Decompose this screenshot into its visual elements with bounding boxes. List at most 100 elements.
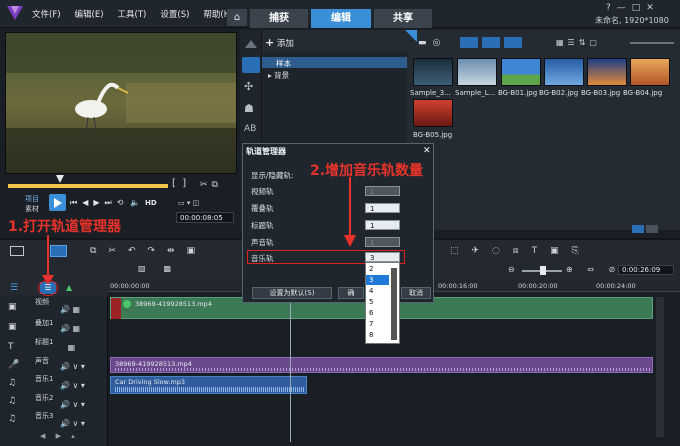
- cancel-button[interactable]: 取消: [401, 287, 431, 299]
- voice-clip[interactable]: 38969-419928513.mp4: [110, 357, 653, 373]
- dropdown-option[interactable]: 3: [369, 276, 373, 284]
- project-mode-label[interactable]: 项目: [25, 194, 39, 204]
- preview-scrubber[interactable]: [8, 184, 168, 188]
- menu-settings[interactable]: 设置(S): [160, 8, 189, 20]
- tree-item-samples[interactable]: 样本: [276, 58, 291, 69]
- thumbnail[interactable]: [413, 58, 453, 86]
- window-controls: ? — □ ✕: [606, 3, 654, 13]
- collapse-up-icon[interactable]: [245, 40, 257, 48]
- tree-item-background[interactable]: ▸ 背景: [268, 70, 289, 81]
- volume-icon[interactable]: 🔈: [130, 198, 140, 207]
- music-track-select[interactable]: 3: [365, 252, 400, 262]
- thumbnail[interactable]: [544, 58, 584, 86]
- maximize-icon[interactable]: □: [632, 3, 641, 13]
- select-value: 1: [370, 239, 375, 247]
- track-headers: [0, 296, 108, 446]
- transition-icon[interactable]: ✣: [244, 80, 253, 93]
- minimize-icon[interactable]: —: [617, 3, 626, 13]
- library-help-button[interactable]: [646, 225, 658, 233]
- filter-photo-button[interactable]: [482, 37, 500, 48]
- filter-video-button[interactable]: [460, 37, 478, 48]
- edit-tools[interactable]: ⧉✂↶↷⇹▣: [90, 246, 207, 256]
- view-mode-buttons[interactable]: ▦☰⇅▢: [556, 38, 601, 47]
- thumbnail[interactable]: [501, 58, 541, 86]
- music-track-icon: ♫: [8, 414, 17, 424]
- home-tab-button[interactable]: ⌂: [227, 9, 247, 26]
- text-category-icon[interactable]: AB: [244, 124, 256, 134]
- track-list-icon[interactable]: ☰: [10, 283, 18, 293]
- tab-share[interactable]: 共享: [374, 9, 432, 28]
- thumbnail-label: BG-B05.jpg: [413, 131, 453, 139]
- thumbnail[interactable]: [413, 99, 453, 127]
- thumbnail[interactable]: [457, 58, 497, 86]
- menu-bar: 文件(F) 编辑(E) 工具(T) 设置(S) 帮助(H): [32, 8, 233, 20]
- row-label: 音乐轨: [251, 254, 274, 263]
- add-folder-button[interactable]: + 添加: [265, 36, 294, 49]
- effect-tools[interactable]: ⬚✈◌⧈T▣⎘: [450, 246, 592, 256]
- player-timecode[interactable]: 00:00:08:05: [176, 212, 234, 223]
- extra-tools[interactable]: ▨▩: [138, 264, 189, 273]
- library-folder-tools[interactable]: ▬◎: [418, 38, 446, 48]
- row-label: 标题轨: [251, 221, 274, 230]
- panel-corner-icon: [405, 30, 417, 42]
- thumbnail-grid: Sample_3... Sample_L... BG-B01.jpg BG-B0…: [410, 54, 680, 144]
- voice-track-icon: 🎤: [8, 360, 20, 370]
- zoom-in-icon[interactable]: ⊕ ⇔ ⊘: [566, 265, 621, 274]
- dropdown-option[interactable]: 8: [369, 331, 373, 339]
- overlay-track-select[interactable]: 1: [365, 203, 400, 213]
- storyboard-view-button[interactable]: [10, 246, 24, 256]
- title-category-icon[interactable]: ☗: [244, 102, 254, 115]
- waveform: [115, 387, 305, 392]
- tab-edit[interactable]: 编辑: [311, 9, 371, 28]
- music-track-icon: ♫: [8, 378, 17, 388]
- thumbnail[interactable]: [587, 58, 627, 86]
- dropdown-option[interactable]: 6: [369, 309, 373, 317]
- menu-tools[interactable]: 工具(T): [118, 8, 147, 20]
- home-icon: ⌂: [233, 12, 241, 23]
- help-icon[interactable]: ?: [606, 3, 611, 13]
- title-track-select[interactable]: 1: [365, 220, 400, 230]
- close-icon[interactable]: ✕: [646, 3, 654, 13]
- dropdown-scrollbar[interactable]: [391, 268, 397, 340]
- timeline-timecode[interactable]: 0:00:26:09: [618, 265, 674, 275]
- transport-controls[interactable]: ⏮◀▶⏭⟲: [70, 198, 128, 208]
- scrubber-handle[interactable]: [56, 175, 64, 183]
- playhead[interactable]: [290, 292, 291, 442]
- thumbnail-size-slider[interactable]: [630, 42, 674, 44]
- select-value: 3: [370, 254, 375, 262]
- cut-tools[interactable]: ✂⧉: [200, 180, 222, 190]
- aspect-icon[interactable]: ▭ ▾ ◫: [178, 199, 199, 207]
- overlay-track-icon: ▣: [8, 322, 17, 332]
- filter-audio-button[interactable]: [504, 37, 522, 48]
- timeline-scrollbar[interactable]: [656, 297, 664, 437]
- clip-mode-label[interactable]: 素材: [25, 204, 39, 214]
- media-category-button[interactable]: [242, 57, 260, 73]
- dropdown-option[interactable]: 4: [369, 287, 373, 295]
- track-controls[interactable]: 🔊 ▦ 🔊 ▦ ▦ 🔊 ∨ ▾ 🔊 ∨ ▾ 🔊 ∨ ▾ 🔊 ∨ ▾: [60, 300, 85, 433]
- zoom-handle[interactable]: [540, 266, 546, 275]
- trim-bracket-icon[interactable]: [ ]: [172, 178, 186, 189]
- menu-edit[interactable]: 编辑(E): [75, 8, 104, 20]
- track-scroll-controls[interactable]: ◀ ▶ ▴: [40, 432, 79, 440]
- voice-clip-label: 38969-419928513.mp4: [115, 360, 192, 368]
- library-options-button[interactable]: [632, 225, 644, 233]
- zoom-out-icon[interactable]: ⊖: [508, 265, 515, 274]
- voice-track-select[interactable]: 1: [365, 237, 400, 247]
- dropdown-option[interactable]: 2: [369, 265, 373, 273]
- play-button[interactable]: [49, 194, 66, 211]
- thumbnail[interactable]: [630, 58, 670, 86]
- track-label: 音乐3: [35, 412, 54, 420]
- menu-file[interactable]: 文件(F): [32, 8, 61, 20]
- video-track-select[interactable]: 1: [365, 186, 400, 196]
- hd-toggle[interactable]: HD: [145, 199, 157, 207]
- reset-default-button[interactable]: 设置为默认(S): [252, 287, 332, 299]
- close-icon[interactable]: ✕: [423, 146, 431, 156]
- tree-item-background-label: 背景: [274, 71, 290, 80]
- dropdown-option[interactable]: 7: [369, 320, 373, 328]
- tab-capture[interactable]: 捕获: [250, 9, 308, 28]
- ok-button[interactable]: 确: [338, 287, 364, 299]
- dropdown-option[interactable]: 5: [369, 298, 373, 306]
- video-track-icon: ▣: [8, 302, 17, 312]
- play-icon: [54, 198, 62, 208]
- music-clip[interactable]: Car Driving Slow.mp3: [110, 376, 307, 394]
